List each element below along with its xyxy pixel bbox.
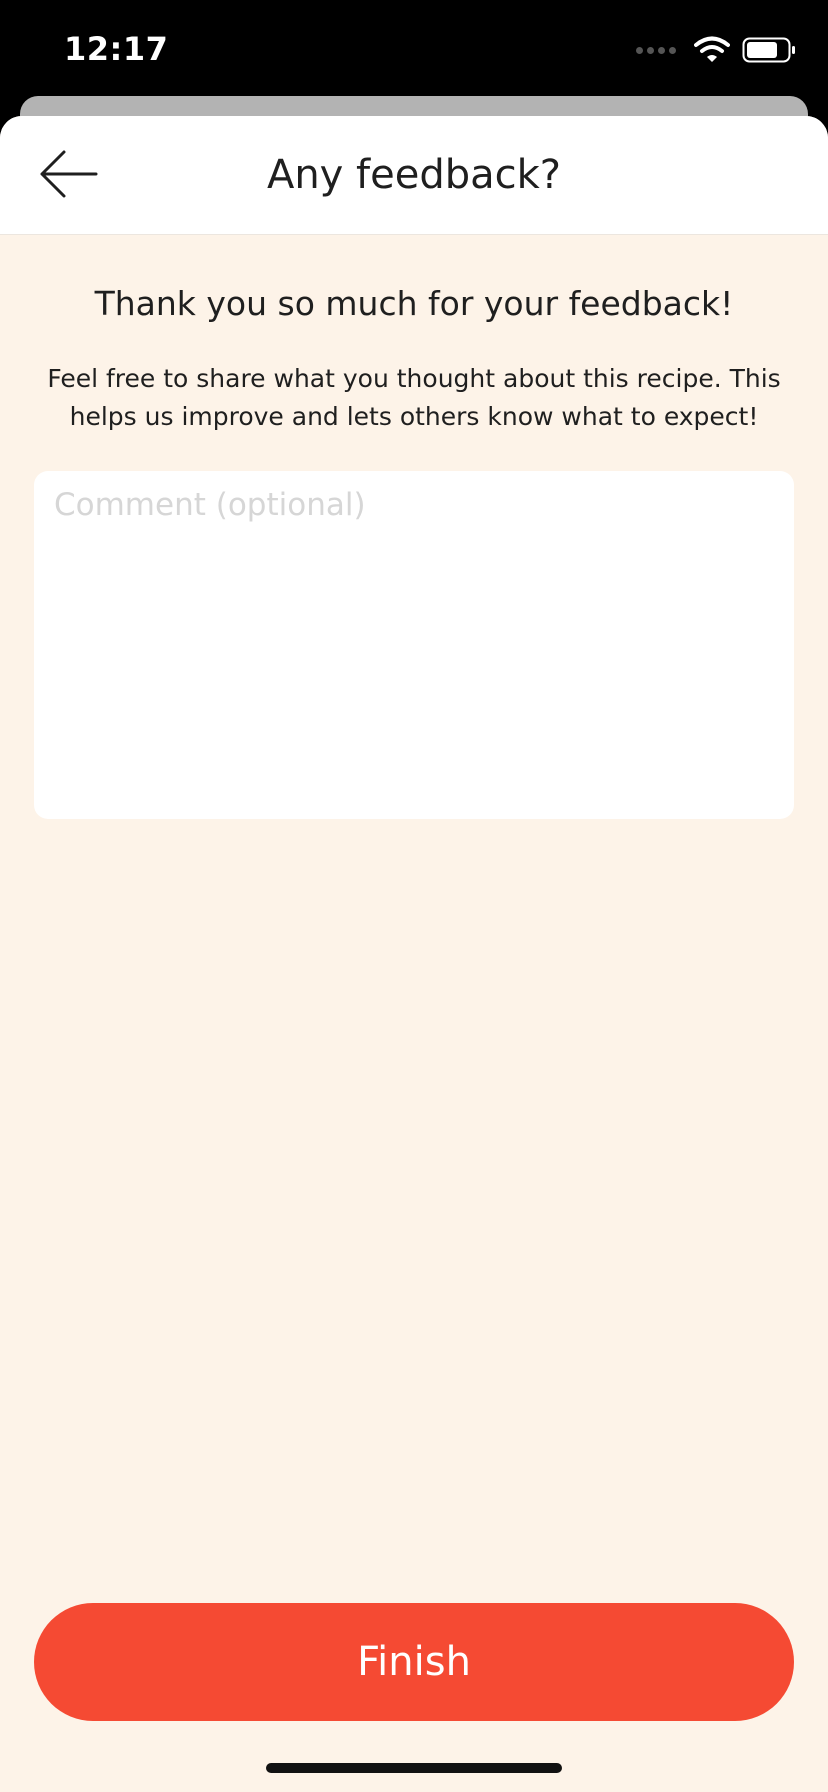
feedback-sheet: Any feedback? Thank you so much for your… bbox=[0, 116, 828, 1792]
wifi-icon bbox=[694, 36, 730, 62]
back-button[interactable] bbox=[24, 136, 114, 212]
cellular-signal-icon bbox=[636, 46, 676, 54]
home-indicator bbox=[266, 1763, 562, 1773]
thank-you-heading: Thank you so much for your feedback! bbox=[94, 284, 734, 323]
status-time: 12:17 bbox=[64, 30, 169, 68]
status-icons bbox=[636, 36, 798, 64]
arrow-left-icon bbox=[40, 150, 98, 198]
comment-input[interactable] bbox=[34, 471, 794, 819]
page-title: Any feedback? bbox=[266, 152, 562, 198]
finish-button[interactable]: Finish bbox=[34, 1603, 794, 1721]
feedback-description: Feel free to share what you thought abou… bbox=[47, 364, 781, 431]
status-bar: 12:17 bbox=[0, 0, 828, 100]
nav-header: Any feedback? bbox=[0, 116, 828, 235]
battery-icon bbox=[742, 37, 795, 63]
